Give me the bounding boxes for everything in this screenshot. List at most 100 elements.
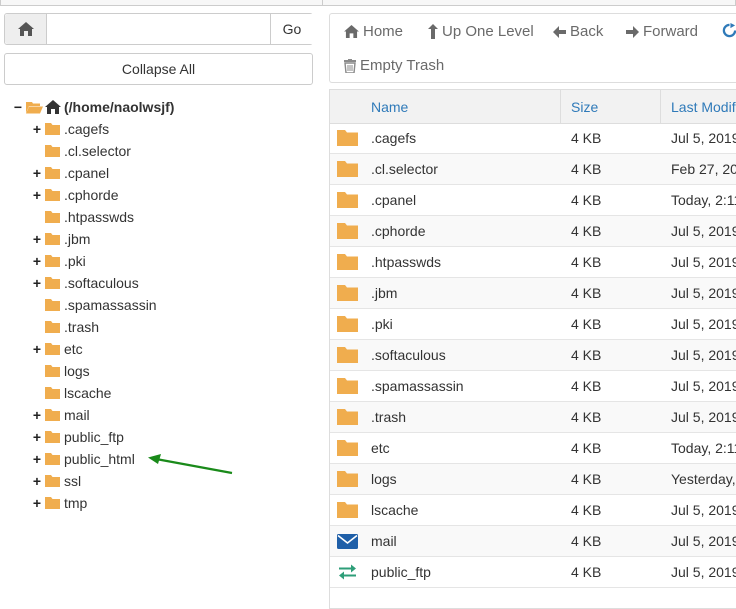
table-row[interactable]: .cphorde 4 KB Jul 5, 2019	[330, 216, 736, 247]
file-name[interactable]: lscache	[371, 495, 418, 525]
file-name[interactable]: .cphorde	[371, 216, 425, 246]
collapse-toggle-icon[interactable]: −	[12, 99, 24, 115]
table-row[interactable]: etc 4 KB Today, 2:11	[330, 433, 736, 464]
home-button[interactable]: Home	[344, 23, 403, 40]
expand-toggle-icon[interactable]: +	[31, 473, 43, 489]
expand-toggle-icon[interactable]: +	[31, 253, 43, 269]
table-row[interactable]: .cl.selector 4 KB Feb 27, 20	[330, 154, 736, 185]
trash-icon	[344, 58, 356, 73]
back-button[interactable]: Back	[553, 23, 603, 40]
reload-button[interactable]	[722, 23, 736, 38]
tree-root[interactable]: − (/home/naolwsjf)	[12, 96, 175, 118]
tree-item[interactable]: + .cphorde	[31, 184, 119, 206]
file-size: 4 KB	[571, 130, 602, 146]
tree-item[interactable]: +lscache	[31, 382, 111, 404]
tree-item[interactable]: +.trash	[31, 316, 99, 338]
expand-toggle-icon[interactable]: +	[31, 495, 43, 511]
tree-item[interactable]: + public_html	[31, 448, 135, 470]
envelope-icon	[336, 526, 358, 556]
folder-icon	[45, 365, 61, 377]
file-name[interactable]: .pki	[371, 309, 393, 339]
tree-item[interactable]: + .jbm	[31, 228, 91, 250]
table-row[interactable]: .pki 4 KB Jul 5, 2019	[330, 309, 736, 340]
back-button-label: Back	[570, 23, 604, 40]
tree-item[interactable]: + .cpanel	[31, 162, 109, 184]
file-name[interactable]: logs	[371, 464, 397, 494]
expand-toggle-icon[interactable]: +	[31, 231, 43, 247]
column-header-size[interactable]: Size	[571, 90, 598, 123]
file-name[interactable]: public_ftp	[371, 557, 431, 587]
tree-item[interactable]: + ssl	[31, 470, 81, 492]
file-name[interactable]: .cl.selector	[371, 154, 438, 184]
folder-icon	[45, 431, 61, 443]
collapse-all-button[interactable]: Collapse All	[4, 53, 313, 85]
file-name[interactable]: etc	[371, 433, 390, 463]
file-last-modified: Jul 5, 2019	[671, 285, 736, 301]
tree-item[interactable]: +.htpasswds	[31, 206, 134, 228]
table-row[interactable]: mail 4 KB Jul 5, 2019	[330, 526, 736, 557]
path-input[interactable]	[47, 14, 269, 44]
tree-item-label: .trash	[64, 319, 100, 335]
file-name[interactable]: .trash	[371, 402, 406, 432]
empty-trash-button[interactable]: Empty Trash	[344, 57, 444, 74]
file-name[interactable]: .jbm	[371, 278, 397, 308]
tree-item[interactable]: + .cagefs	[31, 118, 109, 140]
tree-item[interactable]: + .pki	[31, 250, 86, 272]
tree-item[interactable]: +.spamassassin	[31, 294, 157, 316]
expand-toggle-icon[interactable]: +	[31, 341, 43, 357]
file-last-modified: Jul 5, 2019	[671, 316, 736, 332]
table-row[interactable]: .softaculous 4 KB Jul 5, 2019	[330, 340, 736, 371]
column-header-name[interactable]: Name	[371, 90, 408, 123]
file-size: 4 KB	[571, 223, 602, 239]
folder-icon	[336, 309, 358, 339]
folder-icon	[336, 464, 358, 494]
forward-button[interactable]: Forward	[626, 23, 698, 40]
expand-toggle-icon[interactable]: +	[31, 451, 43, 467]
up-one-level-button[interactable]: Up One Level	[428, 23, 534, 40]
empty-trash-label: Empty Trash	[360, 57, 445, 74]
table-row[interactable]: .htpasswds 4 KB Jul 5, 2019	[330, 247, 736, 278]
tree-item[interactable]: + public_ftp	[31, 426, 124, 448]
table-row[interactable]: .cpanel 4 KB Today, 2:11	[330, 185, 736, 216]
file-name[interactable]: .cagefs	[371, 123, 416, 153]
table-row[interactable]: public_ftp 4 KB Jul 5, 2019	[330, 557, 736, 588]
file-last-modified: Jul 5, 2019	[671, 378, 736, 394]
tree-item[interactable]: + tmp	[31, 492, 87, 514]
table-row[interactable]: .trash 4 KB Jul 5, 2019	[330, 402, 736, 433]
file-list-panel: Home Up One Level Back Forward Empty Tra…	[329, 13, 736, 609]
table-row[interactable]: .jbm 4 KB Jul 5, 2019	[330, 278, 736, 309]
expand-toggle-icon[interactable]: +	[31, 165, 43, 181]
expand-toggle-icon[interactable]: +	[31, 187, 43, 203]
folder-icon	[336, 402, 358, 432]
folder-icon	[336, 154, 358, 184]
tree-item-label: public_ftp	[64, 429, 124, 445]
tree-item[interactable]: +logs	[31, 360, 90, 382]
expand-toggle-icon[interactable]: +	[31, 407, 43, 423]
file-name[interactable]: .htpasswds	[371, 247, 441, 277]
tree-item[interactable]: + mail	[31, 404, 90, 426]
table-row[interactable]: .cagefs 4 KB Jul 5, 2019	[330, 123, 736, 154]
table-row[interactable]: .spamassassin 4 KB Jul 5, 2019	[330, 371, 736, 402]
table-row[interactable]: logs 4 KB Yesterday,	[330, 464, 736, 495]
expand-toggle-icon[interactable]: +	[31, 121, 43, 137]
folder-icon	[45, 387, 61, 399]
file-name[interactable]: .softaculous	[371, 340, 446, 370]
tree-item[interactable]: +.cl.selector	[31, 140, 131, 162]
folder-icon	[45, 475, 61, 487]
file-name[interactable]: .cpanel	[371, 185, 416, 215]
file-size: 4 KB	[571, 254, 602, 270]
go-button[interactable]: Go	[270, 14, 313, 44]
file-size: 4 KB	[571, 347, 602, 363]
tree-item[interactable]: + .softaculous	[31, 272, 139, 294]
file-size: 4 KB	[571, 533, 602, 549]
folder-icon	[336, 433, 358, 463]
expand-toggle-icon[interactable]: +	[31, 429, 43, 445]
column-header-last-modified[interactable]: Last Modifi	[671, 90, 736, 123]
file-name[interactable]: mail	[371, 526, 397, 556]
expand-toggle-icon[interactable]: +	[31, 275, 43, 291]
file-name[interactable]: .spamassassin	[371, 371, 464, 401]
tree-item[interactable]: + etc	[31, 338, 83, 360]
path-home-button[interactable]	[5, 14, 47, 44]
file-last-modified: Today, 2:11	[671, 192, 736, 208]
table-row[interactable]: lscache 4 KB Jul 5, 2019	[330, 495, 736, 526]
